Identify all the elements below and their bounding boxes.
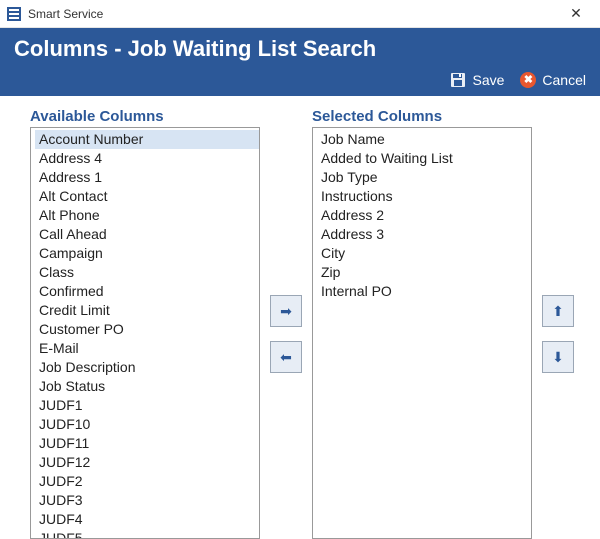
list-item[interactable]: Address 4 (35, 149, 259, 168)
selected-listbox[interactable]: Job NameAdded to Waiting ListJob TypeIns… (312, 127, 532, 539)
app-icon (6, 6, 22, 22)
toolbar: Save ✖ Cancel (0, 68, 600, 96)
list-item[interactable]: E-Mail (35, 339, 259, 358)
list-item[interactable]: Job Type (317, 168, 531, 187)
list-item[interactable]: Job Description (35, 358, 259, 377)
save-label: Save (472, 72, 504, 88)
list-item[interactable]: Confirmed (35, 282, 259, 301)
cancel-icon: ✖ (520, 72, 536, 88)
close-icon: ✕ (570, 5, 582, 22)
list-item[interactable]: JUDF12 (35, 453, 259, 472)
list-item[interactable]: Credit Limit (35, 301, 259, 320)
close-button[interactable]: ✕ (558, 0, 594, 28)
available-listbox[interactable]: Account NumberAddress 4Address 1Alt Cont… (30, 127, 260, 539)
list-item[interactable]: JUDF3 (35, 491, 259, 510)
list-item[interactable]: JUDF5 (35, 529, 259, 539)
list-item[interactable]: Instructions (317, 187, 531, 206)
cancel-button[interactable]: ✖ Cancel (520, 72, 586, 88)
cancel-label: Cancel (542, 72, 586, 88)
list-item[interactable]: JUDF2 (35, 472, 259, 491)
list-item[interactable]: JUDF4 (35, 510, 259, 529)
save-button[interactable]: Save (450, 72, 504, 88)
reorder-buttons: ⬆ ⬇ (542, 108, 574, 539)
available-column: Available Columns Account NumberAddress … (30, 108, 260, 539)
available-heading: Available Columns (30, 108, 260, 125)
list-item[interactable]: Customer PO (35, 320, 259, 339)
list-item[interactable]: Address 3 (317, 225, 531, 244)
list-item[interactable]: Call Ahead (35, 225, 259, 244)
content: Available Columns Account NumberAddress … (0, 96, 600, 539)
page-title: Columns - Job Waiting List Search (14, 36, 586, 62)
selected-column: Selected Columns Job NameAdded to Waitin… (312, 108, 532, 539)
list-item[interactable]: Address 1 (35, 168, 259, 187)
arrow-left-icon: ⬅ (280, 350, 292, 364)
list-item[interactable]: Added to Waiting List (317, 149, 531, 168)
titlebar: Smart Service ✕ (0, 0, 600, 28)
remove-button[interactable]: ⬅ (270, 341, 302, 373)
save-icon (450, 72, 466, 88)
list-item[interactable]: City (317, 244, 531, 263)
list-item[interactable]: Account Number (35, 130, 259, 149)
move-down-button[interactable]: ⬇ (542, 341, 574, 373)
list-item[interactable]: Job Name (317, 130, 531, 149)
list-item[interactable]: JUDF11 (35, 434, 259, 453)
list-item[interactable]: Class (35, 263, 259, 282)
list-item[interactable]: JUDF10 (35, 415, 259, 434)
list-item[interactable]: Campaign (35, 244, 259, 263)
window-title: Smart Service (28, 7, 103, 21)
list-item[interactable]: Job Status (35, 377, 259, 396)
move-buttons: ➡ ⬅ (270, 108, 302, 539)
list-item[interactable]: Address 2 (317, 206, 531, 225)
list-item[interactable]: Zip (317, 263, 531, 282)
header: Columns - Job Waiting List Search (0, 28, 600, 68)
move-up-button[interactable]: ⬆ (542, 295, 574, 327)
add-button[interactable]: ➡ (270, 295, 302, 327)
selected-heading: Selected Columns (312, 108, 532, 125)
arrow-up-icon: ⬆ (552, 304, 564, 318)
list-item[interactable]: Internal PO (317, 282, 531, 301)
arrow-right-icon: ➡ (280, 304, 292, 318)
list-item[interactable]: Alt Phone (35, 206, 259, 225)
list-item[interactable]: JUDF1 (35, 396, 259, 415)
arrow-down-icon: ⬇ (552, 350, 564, 364)
list-item[interactable]: Alt Contact (35, 187, 259, 206)
